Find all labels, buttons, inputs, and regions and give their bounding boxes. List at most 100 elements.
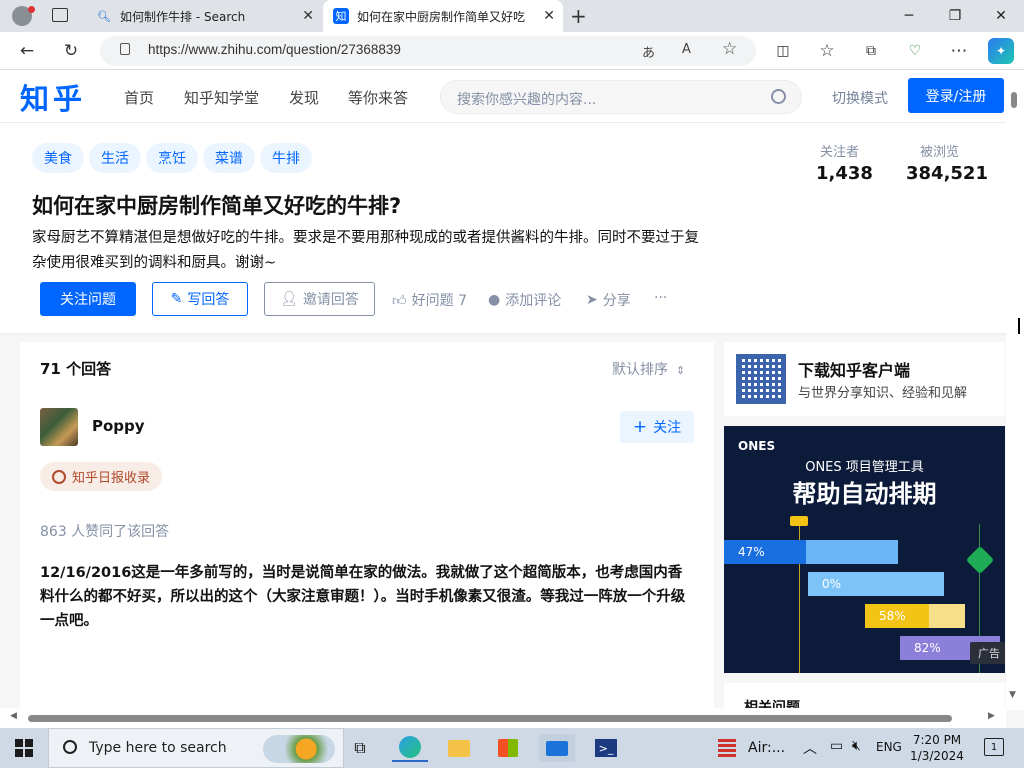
- write-answer-button[interactable]: ✎ 写回答: [152, 282, 248, 316]
- edge-icon[interactable]: [392, 734, 428, 762]
- tab-zhihu[interactable]: 知 如何在家中厨房制作简单又好吃 ✕: [323, 0, 563, 32]
- topic-tag[interactable]: 牛排: [260, 143, 312, 173]
- minimize-icon[interactable]: ─: [886, 0, 932, 32]
- search-highlight-icon: [263, 735, 335, 763]
- tab-search[interactable]: 🔍︎ 如何制作牛排 - Search ✕: [88, 0, 322, 32]
- taskbar-search[interactable]: Type here to search: [48, 728, 344, 768]
- volume-muted-icon[interactable]: 🔇︎: [852, 738, 861, 754]
- clock[interactable]: 7:20 PM 1/3/2024: [906, 732, 968, 764]
- store-icon[interactable]: [490, 734, 526, 762]
- check-icon: [965, 545, 995, 575]
- split-screen-icon[interactable]: ◫: [770, 38, 796, 64]
- powershell-icon[interactable]: >_: [588, 734, 624, 762]
- close-tab-icon[interactable]: ✕: [302, 8, 314, 24]
- close-tab-icon[interactable]: ✕: [543, 8, 555, 24]
- share-button[interactable]: ➤ 分享: [586, 290, 631, 310]
- ad-line1: ONES 项目管理工具: [805, 460, 924, 475]
- scroll-right-arrow-icon[interactable]: ▶: [988, 711, 995, 721]
- ad-gantt-bar: 47%: [724, 540, 806, 564]
- start-button[interactable]: [0, 728, 48, 768]
- task-view-icon[interactable]: ⧉: [342, 734, 378, 762]
- more-menu-icon[interactable]: ⋯: [946, 38, 972, 64]
- browser-essentials-icon[interactable]: ♡: [902, 38, 928, 64]
- network-icon[interactable]: ▭: [830, 738, 843, 754]
- url-box[interactable]: https://www.zhihu.com/question/27368839 …: [100, 36, 756, 66]
- scroll-down-arrow-icon[interactable]: ▼: [1009, 690, 1016, 700]
- copilot-icon[interactable]: ✦: [988, 38, 1014, 64]
- plus-icon: +: [632, 417, 648, 437]
- follow-question-button[interactable]: 关注问题: [40, 282, 136, 316]
- language-indicator[interactable]: ENG: [876, 740, 902, 754]
- answers-panel: 71 个回答 默认排序 ⇕ Poppy + 关注 知乎日报收录 863 人赞同了该回…: [20, 342, 714, 712]
- favorite-star-icon[interactable]: ☆: [722, 39, 737, 59]
- followers-count: 1,438: [816, 163, 873, 184]
- collections-icon[interactable]: ⧉: [858, 38, 884, 64]
- invite-answer-button[interactable]: 👤︎ 邀请回答: [264, 282, 375, 316]
- search-input[interactable]: 搜索你感兴趣的内容...: [440, 80, 802, 114]
- search-icon[interactable]: [771, 89, 786, 104]
- file-explorer-icon[interactable]: [441, 734, 477, 762]
- nav-discover[interactable]: 发现: [289, 87, 319, 108]
- mail-icon[interactable]: [539, 734, 575, 762]
- good-question-button[interactable]: 👍︎ 好问题 7: [392, 290, 467, 310]
- ad-gantt-bar: 58%: [865, 604, 929, 628]
- close-window-icon[interactable]: ✕: [978, 0, 1024, 32]
- sort-dropdown[interactable]: 默认排序 ⇕: [612, 359, 685, 379]
- show-hidden-icons[interactable]: ︿: [803, 738, 817, 758]
- horizontal-scroll-thumb[interactable]: [28, 715, 952, 722]
- question-header: 美食 生活 烹饪 菜谱 牛排 关注者 1,438 被浏览 384,521 如何在…: [0, 123, 1010, 333]
- ad-logo: ONES: [738, 439, 776, 453]
- login-button[interactable]: 登录/注册: [908, 78, 1004, 113]
- vertical-scroll-thumb[interactable]: [1011, 92, 1017, 108]
- ad-banner[interactable]: ONES ONES 项目管理工具 帮助自动排期 47% 0% 58% 82% 广…: [724, 426, 1005, 673]
- switch-mode-link[interactable]: 切换模式: [832, 88, 888, 108]
- avatar[interactable]: [40, 408, 78, 446]
- add-comment-button[interactable]: ● 添加评论: [488, 290, 561, 310]
- add-comment-label: 添加评论: [505, 293, 562, 309]
- ad-timeline-chip: [790, 516, 808, 526]
- topic-tag[interactable]: 烹饪: [146, 143, 198, 173]
- refresh-icon[interactable]: ↻: [58, 38, 84, 64]
- new-tab-icon[interactable]: +: [570, 4, 587, 28]
- topic-tag[interactable]: 菜谱: [203, 143, 255, 173]
- tab-title: 如何制作牛排 - Search: [120, 9, 246, 24]
- lock-icon[interactable]: [120, 43, 130, 55]
- url-text[interactable]: https://www.zhihu.com/question/27368839: [148, 42, 401, 57]
- nav-home[interactable]: 首页: [124, 87, 154, 108]
- author-name[interactable]: Poppy: [92, 417, 145, 435]
- tab-title: 如何在家中厨房制作简单又好吃: [357, 9, 526, 24]
- download-app-card[interactable]: 下载知乎客户端 与世界分享知识、经验和见解: [724, 342, 1005, 416]
- sort-chevron-icon: ⇕: [676, 364, 686, 377]
- air-quality-widget[interactable]: Air:...: [718, 739, 785, 757]
- app-card-title: 下载知乎客户端: [798, 361, 911, 380]
- address-bar: ← ↻ https://www.zhihu.com/question/27368…: [0, 32, 1024, 70]
- zhihu-logo[interactable]: 知乎: [20, 76, 86, 118]
- tab-actions-icon[interactable]: [52, 8, 68, 22]
- nav-zhixuetang[interactable]: 知乎知学堂: [184, 87, 259, 108]
- ad-bar-label: 58%: [879, 609, 906, 623]
- clock-date: 1/3/2024: [910, 749, 964, 763]
- vertical-scrollbar[interactable]: ▼: [1006, 70, 1024, 710]
- more-options-icon[interactable]: ···: [654, 290, 667, 306]
- ad-line2: 帮助自动排期: [792, 480, 937, 508]
- read-aloud-icon[interactable]: A: [682, 42, 691, 57]
- horizontal-scrollbar[interactable]: ◀ ▶: [0, 708, 1006, 728]
- nav-waiting[interactable]: 等你来答: [348, 87, 408, 108]
- question-description: 家母厨艺不算精湛但是想做好吃的牛排。要求是不要用那种现成的或者提供酱料的牛排。同…: [32, 230, 699, 271]
- topic-tag[interactable]: 美食: [32, 143, 84, 173]
- favorites-icon[interactable]: ☆: [814, 38, 840, 64]
- site-header: 知乎 首页 知乎知学堂 发现 等你来答 搜索你感兴趣的内容... 切换模式 登录…: [0, 70, 1010, 123]
- ad-gantt-bar: [806, 540, 898, 564]
- scroll-left-arrow-icon[interactable]: ◀: [10, 711, 17, 721]
- follow-author-button[interactable]: + 关注: [620, 411, 694, 443]
- ad-bar-label: 47%: [738, 545, 765, 559]
- clock-time: 7:20 PM: [912, 733, 962, 747]
- search-icon: [63, 740, 77, 754]
- topic-tag[interactable]: 生活: [89, 143, 141, 173]
- restore-icon[interactable]: ❐: [932, 0, 978, 32]
- zhihu-daily-badge[interactable]: 知乎日报收录: [40, 462, 163, 491]
- notification-center-icon[interactable]: 1: [984, 738, 1004, 756]
- search-placeholder: 搜索你感兴趣的内容...: [457, 92, 597, 108]
- translate-icon[interactable]: あ: [642, 42, 655, 61]
- back-icon[interactable]: ←: [14, 38, 40, 64]
